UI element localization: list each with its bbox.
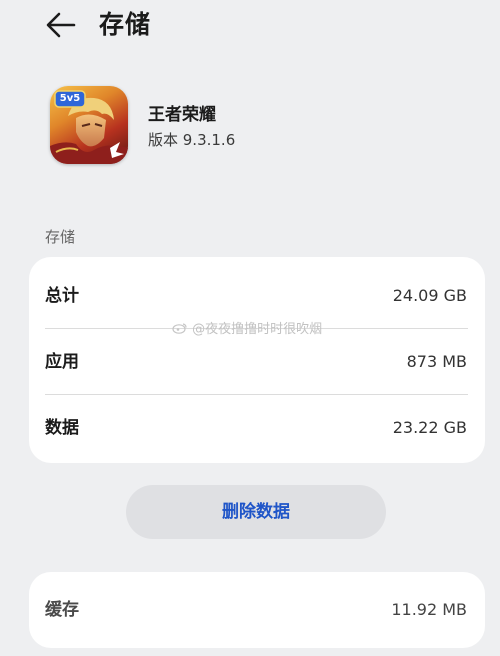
- row-value: 873 MB: [406, 352, 467, 371]
- storage-card: 总计 24.09 GB 应用 873 MB 数据 23.22 GB: [29, 257, 485, 463]
- app-name: 王者荣耀: [148, 105, 216, 125]
- app-version: 版本 9.3.1.6: [148, 131, 236, 149]
- arrow-left-icon[interactable]: [44, 8, 78, 42]
- game-app-icon: 5v5: [50, 86, 128, 164]
- row-value: 23.22 GB: [392, 418, 467, 437]
- clear-data-button[interactable]: 删除数据: [126, 485, 386, 539]
- header-bar: 存储: [0, 0, 500, 56]
- page-title: 存储: [99, 10, 152, 39]
- section-label-storage: 存储: [45, 228, 76, 246]
- row-value: 24.09 GB: [392, 286, 467, 305]
- app-info: 5v5 王者荣耀 版本 9.3.1.6: [50, 86, 450, 166]
- app-badge: 5v5: [59, 93, 81, 104]
- cache-card: 缓存 11.92 MB: [29, 572, 485, 648]
- cache-value: 11.92 MB: [391, 600, 467, 619]
- storage-row-app: 应用 873 MB: [29, 329, 485, 395]
- weibo-icon: [172, 323, 187, 334]
- row-label: 总计: [45, 286, 79, 306]
- row-label: 数据: [45, 418, 79, 438]
- row-label: 应用: [45, 352, 79, 372]
- watermark: @夜夜撸撸时时很吹烟: [172, 322, 322, 338]
- cache-label: 缓存: [45, 600, 79, 620]
- watermark-text: @夜夜撸撸时时很吹烟: [192, 322, 323, 337]
- storage-row-data: 数据 23.22 GB: [29, 395, 485, 461]
- storage-row-total: 总计 24.09 GB: [29, 263, 485, 329]
